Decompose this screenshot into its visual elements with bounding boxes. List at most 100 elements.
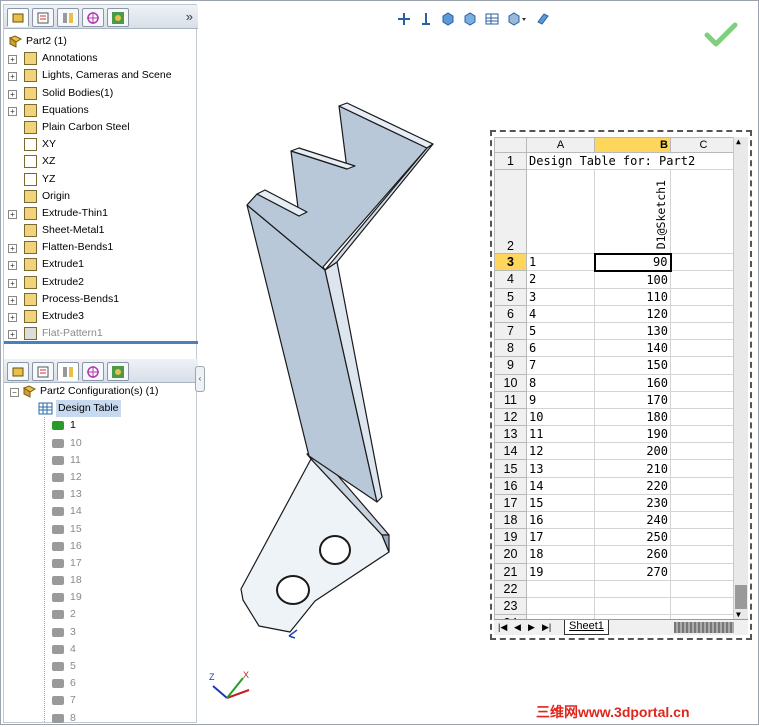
cell-b[interactable]: 170	[594, 390, 671, 409]
cell-a[interactable]: 6	[526, 339, 595, 358]
cell-b[interactable]	[594, 579, 671, 598]
configuration-item[interactable]: 4	[4, 641, 198, 658]
expand-icon[interactable]: +	[8, 72, 17, 82]
vertical-scrollbar[interactable]: ▲ ▼	[733, 137, 748, 619]
tree-item[interactable]: + Equations	[4, 102, 198, 119]
tab-feature-tree[interactable]	[7, 8, 29, 27]
cell-b[interactable]: 150	[594, 356, 671, 375]
tree-item[interactable]: + Extrude2	[4, 274, 198, 291]
cell-b[interactable]: 230	[594, 493, 671, 513]
row-header[interactable]: 3	[494, 253, 527, 272]
tree-item[interactable]: Origin	[4, 188, 198, 205]
cell-c[interactable]	[670, 596, 737, 616]
cell-a[interactable]: 2	[526, 270, 595, 289]
expand-icon[interactable]: +	[8, 261, 17, 271]
tree-item[interactable]: + Lights, Cameras and Scene	[4, 67, 198, 84]
cell-b[interactable]: 160	[594, 373, 671, 392]
cell-a[interactable]: 8	[526, 373, 595, 392]
cell-c[interactable]	[670, 459, 737, 478]
row-header[interactable]: 21	[494, 562, 527, 581]
cell-c[interactable]	[670, 579, 737, 598]
tab-property-manager-2[interactable]	[32, 362, 54, 381]
expand-icon[interactable]: +	[8, 55, 17, 65]
tab-property-manager[interactable]	[32, 8, 54, 27]
cell-a[interactable]: 9	[526, 390, 595, 409]
cell-a[interactable]: 13	[526, 459, 595, 478]
expand-icon[interactable]: +	[8, 295, 17, 305]
configuration-item[interactable]: 12	[4, 469, 198, 486]
tree-item[interactable]: + Flatten-Bends1	[4, 239, 198, 256]
cell[interactable]	[526, 169, 595, 255]
expand-icon[interactable]: +	[8, 244, 17, 254]
tab-display-manager[interactable]	[107, 8, 129, 27]
tab-dimxpert-2[interactable]	[82, 362, 104, 381]
cell-a[interactable]: 1	[526, 253, 595, 272]
cell-c[interactable]	[670, 253, 737, 272]
configuration-item[interactable]: 1	[4, 417, 198, 434]
tree-item[interactable]: + Flat-Pattern1	[4, 325, 198, 342]
cell-b[interactable]: 120	[594, 304, 671, 323]
configuration-item[interactable]: 17	[4, 555, 198, 572]
row-header[interactable]: 23	[494, 596, 527, 616]
tab-configuration-manager-2[interactable]	[57, 362, 79, 381]
expand-icon[interactable]: +	[8, 313, 17, 322]
tab-configuration-manager[interactable]	[57, 8, 79, 27]
cell-c[interactable]	[670, 476, 737, 495]
cell-a[interactable]: 11	[526, 425, 595, 444]
config-root[interactable]: − Part2 Configuration(s) (1)	[4, 383, 198, 400]
cell-b[interactable]: 250	[594, 528, 671, 547]
chevron-right-icon[interactable]: »	[186, 9, 193, 24]
tree-item[interactable]: XY	[4, 136, 198, 153]
row-header[interactable]: 13	[494, 425, 527, 444]
tree-item[interactable]: XZ	[4, 153, 198, 170]
expand-icon[interactable]: +	[8, 278, 17, 288]
cell-a[interactable]	[526, 596, 595, 616]
design-table-item[interactable]: Design Table	[4, 400, 198, 418]
cell-b[interactable]: 130	[594, 321, 671, 341]
cell-c[interactable]	[670, 373, 737, 392]
cell-b[interactable]: 180	[594, 407, 671, 427]
cell-c[interactable]	[670, 545, 737, 564]
tree-item[interactable]: + Extrude3	[4, 308, 198, 325]
cell[interactable]	[670, 169, 737, 255]
expand-icon[interactable]: +	[8, 106, 17, 116]
tree-item[interactable]: + Extrude-Thin1	[4, 205, 198, 222]
tree-item[interactable]: YZ	[4, 171, 198, 188]
expand-icon[interactable]: +	[8, 209, 17, 219]
row-header[interactable]: 22	[494, 579, 527, 598]
row-header[interactable]: 18	[494, 510, 527, 530]
column-header-b[interactable]: B	[594, 137, 671, 153]
tab-display-manager-2[interactable]	[107, 362, 129, 381]
configuration-item[interactable]: 18	[4, 572, 198, 589]
configuration-item[interactable]: 10	[4, 435, 198, 452]
next-sheet-icon[interactable]: ▶	[528, 622, 535, 633]
cell-b[interactable]: 190	[594, 425, 671, 444]
cell-a[interactable]: 16	[526, 510, 595, 530]
prev-sheet-icon[interactable]: ◀	[514, 622, 521, 633]
configuration-item[interactable]: 19	[4, 589, 198, 606]
cell-c[interactable]	[670, 425, 737, 444]
cell-a[interactable]: 10	[526, 407, 595, 427]
row-header[interactable]: 20	[494, 545, 527, 564]
expand-icon[interactable]: +	[8, 89, 17, 99]
cell-b[interactable]: 210	[594, 459, 671, 478]
tree-item[interactable]: + Extrude1	[4, 256, 198, 273]
scroll-thumb[interactable]	[735, 585, 747, 609]
configuration-item[interactable]: 16	[4, 538, 198, 555]
cell-c[interactable]	[670, 493, 737, 513]
scroll-down-icon[interactable]: ▼	[736, 610, 741, 619]
cell-c[interactable]	[670, 270, 737, 289]
configuration-item[interactable]: 7	[4, 692, 198, 709]
cell-b[interactable]: 220	[594, 476, 671, 495]
row-header[interactable]: 16	[494, 476, 527, 495]
tree-item[interactable]: + Process-Bends1	[4, 291, 198, 308]
cell-c[interactable]	[670, 442, 737, 461]
cell-a[interactable]: 7	[526, 356, 595, 375]
horizontal-scrollbar[interactable]	[674, 622, 734, 633]
row-header[interactable]: 17	[494, 493, 527, 513]
tree-item[interactable]: Plain Carbon Steel	[4, 119, 198, 136]
tree-item[interactable]: + Annotations	[4, 50, 198, 67]
row-header[interactable]: 6	[494, 304, 527, 323]
tree-item[interactable]: Sheet-Metal1	[4, 222, 198, 239]
row-header[interactable]: 4	[494, 270, 527, 289]
